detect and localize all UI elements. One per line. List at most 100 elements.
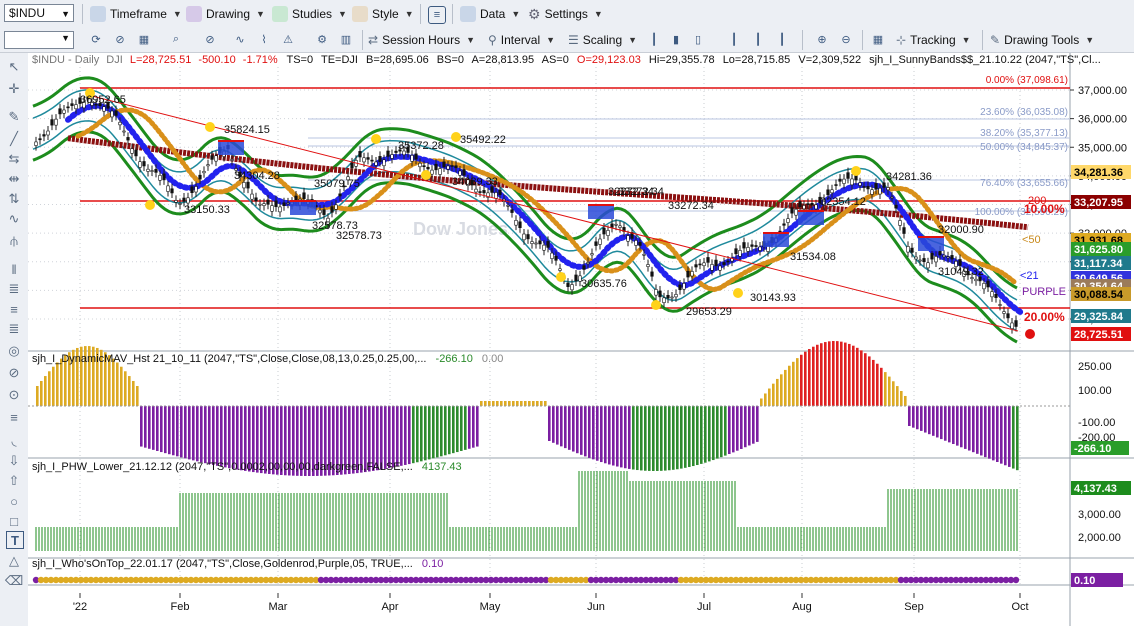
interval-input[interactable]: ▼: [4, 31, 74, 49]
candle-body: [674, 294, 678, 298]
candle-icon[interactable]: ▯: [690, 31, 706, 47]
fan-icon[interactable]: ≣: [6, 321, 22, 337]
triangle-icon[interactable]: △: [6, 553, 22, 569]
candle-body: [142, 161, 146, 167]
pointer-icon[interactable]: ↖: [6, 59, 22, 75]
timezone-icon[interactable]: ⊘: [6, 365, 22, 381]
candle-body: [186, 197, 190, 204]
histogram-bar: [824, 342, 827, 406]
scaling-menu[interactable]: ☰ Scaling ▼: [568, 30, 637, 50]
candle-body: [790, 207, 794, 214]
chevron-down-icon: ▼: [466, 35, 476, 45]
histogram-bar: [224, 406, 227, 468]
bar-chart-icon[interactable]: ┃: [646, 31, 662, 47]
candle-body: [170, 188, 174, 194]
data-menu[interactable]: Data ▼: [460, 4, 520, 24]
table-icon[interactable]: ▥: [338, 31, 354, 47]
histogram-bar: [772, 383, 775, 406]
histogram-bar: [164, 406, 167, 454]
swing-point-marker: [556, 272, 566, 282]
cycle-icon[interactable]: ⊙: [6, 387, 22, 403]
candle-body: [438, 168, 442, 175]
grid-icon[interactable]: ▦: [136, 31, 152, 47]
candle-body: [394, 150, 398, 153]
symbol-input[interactable]: $INDU ▼: [4, 4, 74, 22]
candle-body: [758, 246, 762, 251]
interval-menu[interactable]: ⚲ Interval ▼: [488, 30, 555, 50]
timeframe-menu[interactable]: Timeframe ▼: [90, 4, 182, 24]
candle-body: [754, 245, 758, 247]
fib-level-label: 38.20% (35,377.13): [980, 128, 1068, 139]
candle-body: [690, 271, 694, 277]
histogram-bar: [596, 406, 599, 461]
arrow-up-icon[interactable]: ⇧: [6, 473, 22, 489]
crosshair-icon[interactable]: ✛: [6, 81, 22, 97]
eraser-icon[interactable]: ⌫: [5, 573, 23, 589]
rectangle-icon[interactable]: □: [6, 513, 22, 529]
tracking-menu[interactable]: ⊹ Tracking ▼: [896, 30, 971, 50]
histogram-bar: [548, 406, 551, 441]
volume-bars-icon[interactable]: ┃: [750, 31, 766, 47]
swap-icon: ⇄: [368, 33, 379, 47]
crosshair-icon[interactable]: ▦: [870, 31, 886, 47]
histogram-bar: [1008, 406, 1011, 467]
volume-bars-icon[interactable]: ┃: [774, 31, 790, 47]
candle-body: [550, 252, 554, 259]
chevron-down-icon[interactable]: ▼: [61, 33, 70, 43]
histogram-bar: [880, 367, 883, 406]
window-layout-icon[interactable]: ≡: [428, 6, 446, 24]
pitchfork-icon[interactable]: ⫛: [6, 233, 22, 249]
session-hours-menu[interactable]: ⇄ Session Hours ▼: [368, 30, 475, 50]
wave-icon[interactable]: ∿: [232, 31, 248, 47]
spiral-icon[interactable]: ◎: [6, 343, 22, 359]
lines-icon[interactable]: ≡: [6, 409, 22, 425]
pencil-icon[interactable]: ✎: [6, 109, 22, 125]
alert-icon[interactable]: ⚠: [280, 31, 296, 47]
pivot-label: 34039.33: [452, 176, 498, 188]
purple-label: PURPLE: [1022, 286, 1066, 298]
zoom-icon[interactable]: ⌕: [168, 31, 184, 47]
zoom-in-icon[interactable]: ⊕: [814, 31, 830, 47]
chart-icon[interactable]: ⌇: [256, 31, 272, 47]
histogram-bar: [716, 406, 719, 459]
wave-icon[interactable]: ∿: [6, 211, 22, 227]
histogram-bar: [448, 406, 451, 455]
candle-icon[interactable]: ▮: [668, 31, 684, 47]
link-icon[interactable]: ⊘: [112, 31, 128, 47]
ban-icon[interactable]: ⊘: [202, 31, 218, 47]
horizontal-line-icon[interactable]: ⇹: [6, 171, 22, 187]
price-badge-label: 31,625.80: [1074, 244, 1123, 256]
gann-icon[interactable]: ≡: [6, 301, 22, 317]
time-tick-label: Sep: [904, 601, 924, 613]
histogram-bar: [856, 347, 859, 406]
chevron-down-icon[interactable]: ▼: [61, 6, 70, 22]
vertical-lines-icon[interactable]: ‖: [6, 261, 22, 277]
time-tick-label: '22: [73, 601, 87, 613]
channel-icon[interactable]: ⇅: [6, 191, 22, 207]
style-menu[interactable]: Style ▼: [352, 4, 414, 24]
candle-body: [866, 186, 870, 190]
trendline-icon[interactable]: ╱: [6, 131, 22, 147]
text-icon[interactable]: T: [6, 531, 24, 549]
arrow-icon[interactable]: ⇆: [6, 151, 22, 167]
volume-bars-icon[interactable]: ┃: [726, 31, 742, 47]
zoom-out-icon[interactable]: ⊖: [838, 31, 854, 47]
chart-area[interactable]: Dow Jones36952.6535824.1535372.28 35492.2…: [28, 53, 1134, 626]
candle-body: [294, 195, 298, 201]
drawing-tools-menu[interactable]: ✎ Drawing Tools ▼: [990, 30, 1094, 50]
refresh-icon[interactable]: ⟳: [88, 31, 104, 47]
candle-body: [718, 265, 722, 271]
studies-menu[interactable]: Studies ▼: [272, 4, 347, 24]
tools-icon[interactable]: ⚙: [314, 31, 330, 47]
candle-body: [1010, 322, 1014, 329]
arc-icon[interactable]: ◟: [6, 433, 22, 449]
ellipse-icon[interactable]: ○: [6, 493, 22, 509]
histogram-bar: [692, 406, 695, 467]
histogram-bar: [420, 406, 423, 462]
fib-icon[interactable]: ≣: [6, 281, 22, 297]
drawing-menu[interactable]: Drawing ▼: [186, 4, 265, 24]
arrow-down-icon[interactable]: ⇩: [6, 453, 22, 469]
settings-menu[interactable]: ⚙ Settings ▼: [528, 4, 603, 24]
candle-body: [362, 157, 366, 163]
histogram-bar: [800, 354, 803, 406]
